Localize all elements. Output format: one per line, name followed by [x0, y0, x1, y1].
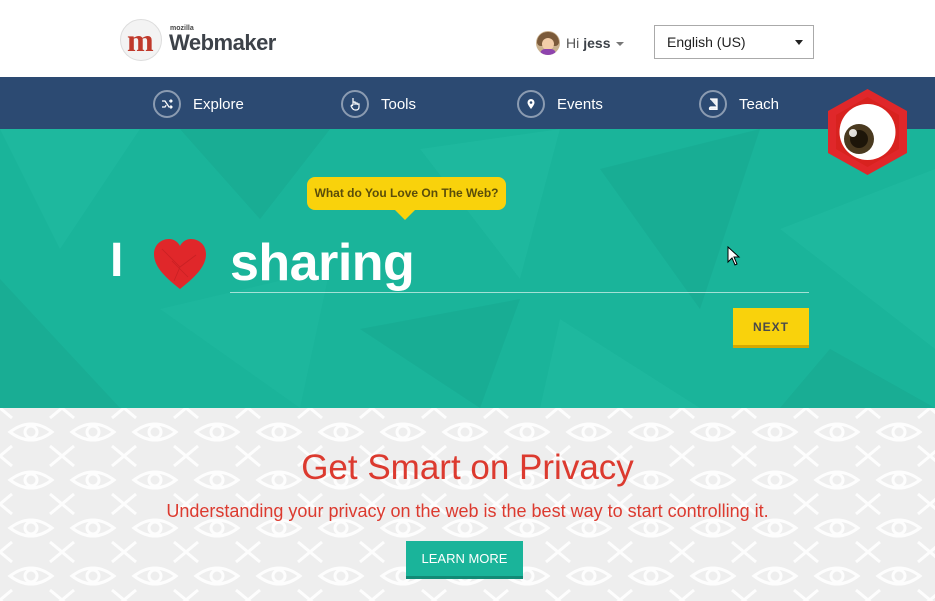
mouse-cursor-icon — [727, 246, 741, 266]
language-value: English (US) — [667, 34, 746, 50]
nav-label-tools: Tools — [381, 95, 417, 113]
hero-section: What do You Love On The Web? I sharing N… — [0, 129, 935, 408]
privacy-title: Get Smart on Privacy — [301, 448, 634, 487]
prefix-text: I — [110, 234, 124, 287]
pointer-hand-icon — [341, 90, 369, 118]
privacy-subtitle: Understanding your privacy on the web is… — [166, 501, 769, 521]
privacy-eye-badge-icon[interactable] — [826, 87, 909, 177]
typed-word: sharing — [230, 234, 415, 292]
prompt-text: What do You Love On The Web? — [314, 186, 499, 200]
map-pin-icon — [517, 90, 545, 118]
learn-more-button[interactable]: LEARN MORE — [406, 541, 523, 579]
main-nav: Explore Tools Events Teach — [0, 77, 935, 129]
user-menu[interactable]: Hi jess — [536, 30, 625, 56]
mozilla-m-logo-icon: m — [120, 19, 162, 61]
language-select[interactable]: English (US) — [654, 25, 814, 59]
chevron-down-icon — [616, 42, 625, 46]
nav-label-events: Events — [557, 95, 603, 113]
username: jess — [583, 35, 611, 51]
nav-label-teach: Teach — [739, 95, 780, 113]
nav-item-teach[interactable]: Teach — [699, 90, 779, 118]
greeting-text: Hi — [566, 35, 580, 51]
privacy-section: Get Smart on Privacy Understanding your … — [0, 408, 935, 601]
nav-label-explore: Explore — [193, 95, 244, 113]
shuffle-icon — [153, 90, 181, 118]
nav-item-tools[interactable]: Tools — [341, 90, 416, 118]
prompt-bubble: What do You Love On The Web? — [307, 177, 506, 220]
love-word-input[interactable]: sharing — [230, 227, 809, 293]
nav-item-events[interactable]: Events — [517, 90, 603, 118]
heart-icon — [154, 239, 206, 289]
book-icon — [699, 90, 727, 118]
logo-text: Webmaker — [169, 30, 276, 55]
site-header: m mozilla Webmaker Hi jess English (US) — [0, 0, 935, 77]
webmaker-logo[interactable]: m mozilla Webmaker — [120, 19, 280, 63]
nav-item-explore[interactable]: Explore — [153, 90, 244, 118]
next-button[interactable]: NEXT — [733, 308, 809, 348]
dropdown-arrow-icon — [795, 40, 803, 45]
avatar — [536, 31, 560, 55]
